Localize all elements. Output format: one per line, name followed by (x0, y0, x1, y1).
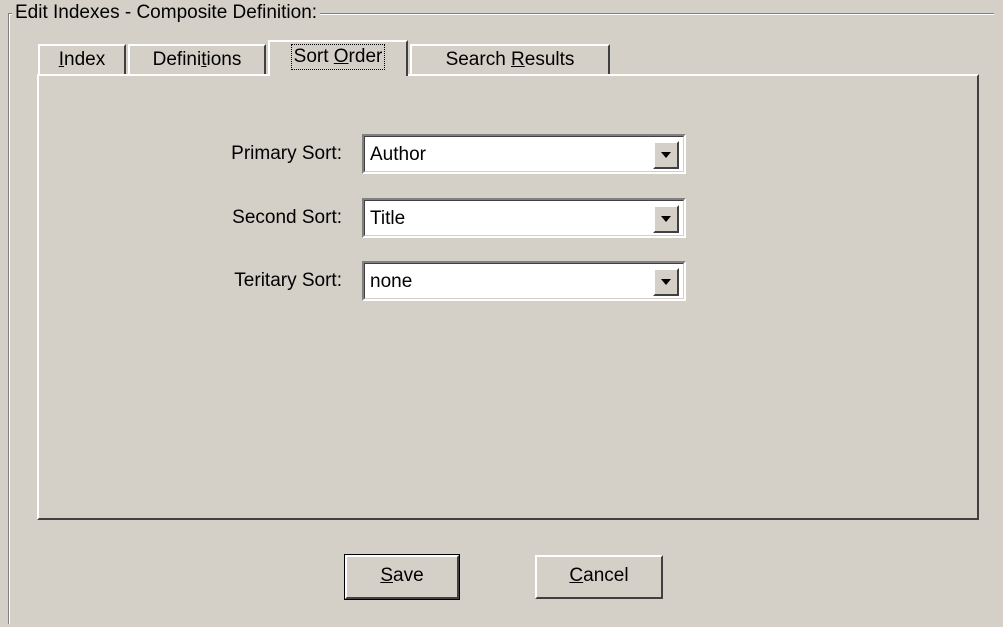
primary-sort-value: Author (370, 144, 426, 165)
tab-index[interactable]: Index (38, 44, 126, 74)
second-sort-dropdown[interactable]: Title (362, 198, 686, 238)
primary-sort-label: Primary Sort: (231, 143, 342, 164)
tertiary-sort-dropdown[interactable]: none (362, 261, 686, 301)
cancel-button[interactable]: Cancel (535, 555, 663, 599)
tertiary-sort-dropdown-button[interactable] (653, 268, 679, 296)
primary-sort-dropdown-button[interactable] (653, 141, 679, 169)
chevron-down-icon (661, 279, 671, 285)
tab-definitions[interactable]: Definitions (128, 44, 266, 74)
second-sort-dropdown-button[interactable] (653, 205, 679, 233)
save-button[interactable]: Save (344, 554, 460, 600)
chevron-down-icon (661, 216, 671, 222)
primary-sort-dropdown[interactable]: Author (362, 134, 686, 174)
tertiary-sort-value: none (370, 271, 413, 292)
tab-sort-order[interactable]: Sort Order (268, 40, 408, 76)
tab-search-results[interactable]: Search Results (410, 44, 610, 74)
tertiary-sort-label: Teritary Sort: (234, 270, 342, 291)
chevron-down-icon (661, 152, 671, 158)
second-sort-value: Title (370, 208, 406, 229)
group-title: Edit Indexes - Composite Definition: (12, 3, 321, 23)
second-sort-label: Second Sort: (232, 207, 342, 228)
